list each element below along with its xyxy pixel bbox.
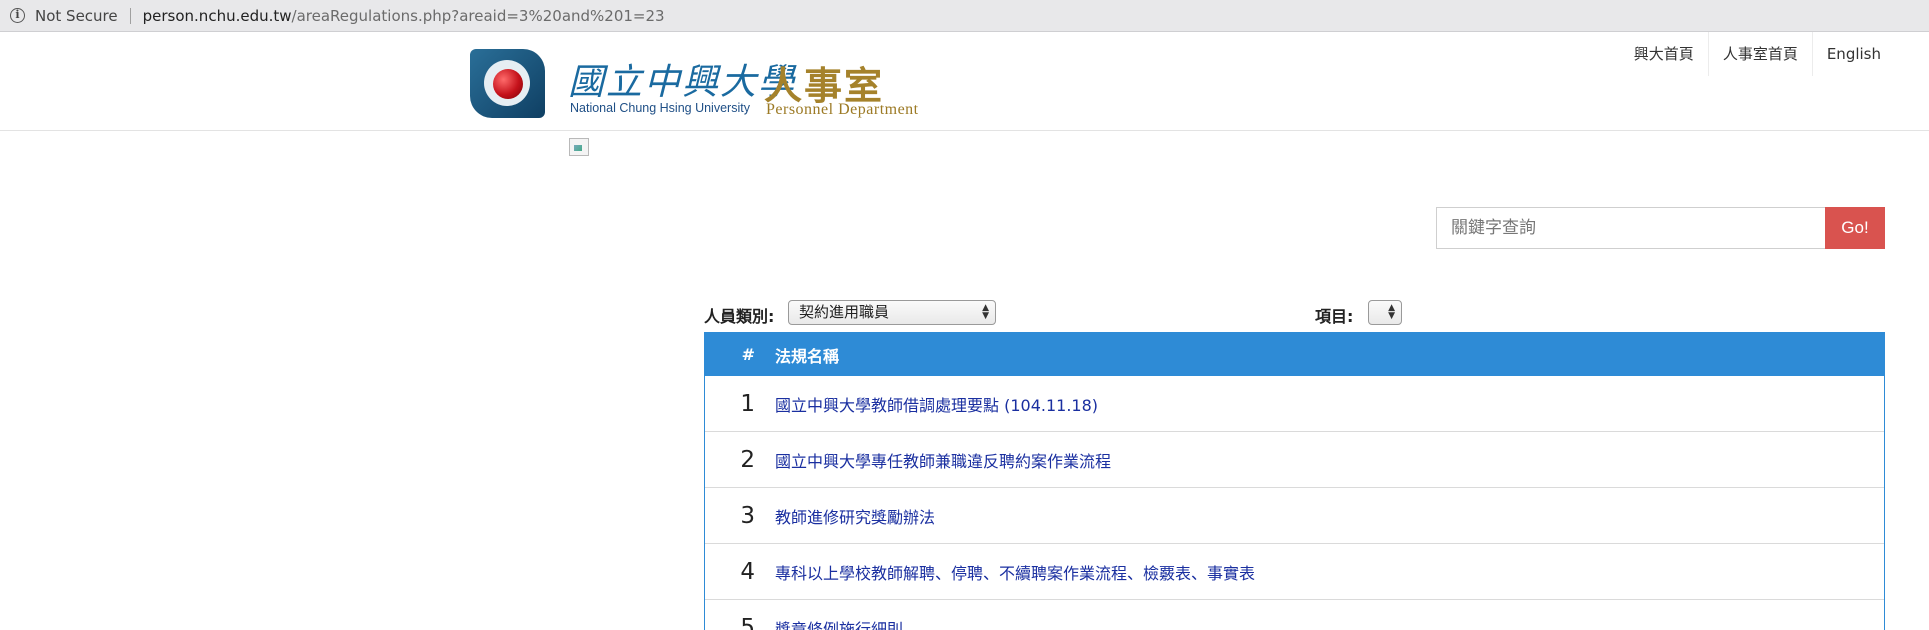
site-logo[interactable]: 國立中興大學 National Chung Hsing University 人… <box>470 49 940 121</box>
table-row: 2 國立中興大學專任教師兼職違反聘約案作業流程 <box>705 432 1884 488</box>
select-arrows-icon: ▲ ▼ <box>1388 303 1395 321</box>
regulation-link[interactable]: 獎章條例施行細則 <box>775 620 903 630</box>
row-number: 4 <box>740 558 755 585</box>
header-regulation-name: 法規名稱 <box>775 346 840 366</box>
regulation-link[interactable]: 專科以上學校教師解聘、停聘、不續聘案作業流程、檢覈表、事實表 <box>775 564 1255 583</box>
row-number: 1 <box>740 390 755 417</box>
table-header-row: # 法規名稱 <box>705 333 1884 376</box>
table-row: 5 獎章條例施行細則 <box>705 600 1884 630</box>
broken-image-icon <box>569 138 589 156</box>
browser-address-bar[interactable]: i Not Secure person.nchu.edu.tw/areaRegu… <box>0 0 1929 32</box>
url-path: /areaRegulations.php?areaid=3%20and%201=… <box>291 6 665 25</box>
row-number: 2 <box>740 446 755 473</box>
regulation-link[interactable]: 國立中興大學教師借調處理要點 (104.11.18) <box>775 396 1098 415</box>
table-row: 1 國立中興大學教師借調處理要點 (104.11.18) <box>705 376 1884 432</box>
info-icon[interactable]: i <box>10 8 25 23</box>
table-row: 3 教師進修研究獎勵辦法 <box>705 488 1884 544</box>
nav-university-home[interactable]: 興大首頁 <box>1620 32 1708 76</box>
regulations-table: # 法規名稱 1 國立中興大學教師借調處理要點 (104.11.18) 2 國立… <box>704 332 1885 630</box>
personnel-category-select[interactable]: 契約進用職員 ▲ ▼ <box>788 300 996 325</box>
address-separator <box>129 7 131 24</box>
nav-english[interactable]: English <box>1811 32 1895 76</box>
university-emblem-icon <box>470 49 545 118</box>
table-row: 4 專科以上學校教師解聘、停聘、不續聘案作業流程、檢覈表、事實表 <box>705 544 1884 600</box>
keyword-search-input[interactable] <box>1436 207 1825 249</box>
regulation-link[interactable]: 教師進修研究獎勵辦法 <box>775 508 935 527</box>
header-number: # <box>741 345 755 364</box>
select-arrows-icon: ▲ ▼ <box>982 303 989 321</box>
personnel-category-value: 契約進用職員 <box>799 303 890 321</box>
item-select[interactable]: ▲ ▼ <box>1368 300 1402 325</box>
department-name-en: Personnel Department <box>766 101 919 118</box>
row-number: 5 <box>740 614 755 630</box>
university-name-en: National Chung Hsing University <box>570 101 750 115</box>
url-host: person.nchu.edu.tw <box>142 6 292 25</box>
search-go-button[interactable]: Go! <box>1825 207 1885 249</box>
item-label: 項目: <box>1315 307 1354 326</box>
security-label: Not Secure <box>35 6 118 25</box>
site-header: 國立中興大學 National Chung Hsing University 人… <box>0 32 1929 131</box>
regulation-link[interactable]: 國立中興大學專任教師兼職違反聘約案作業流程 <box>775 452 1111 471</box>
row-number: 3 <box>740 502 755 529</box>
nav-personnel-home[interactable]: 人事室首頁 <box>1707 32 1812 76</box>
personnel-category-label: 人員類別: <box>704 307 775 326</box>
university-name-zh: 國立中興大學 <box>568 62 797 103</box>
top-nav: 興大首頁 人事室首頁 English <box>1620 32 1895 76</box>
url-text[interactable]: person.nchu.edu.tw/areaRegulations.php?a… <box>143 7 665 25</box>
